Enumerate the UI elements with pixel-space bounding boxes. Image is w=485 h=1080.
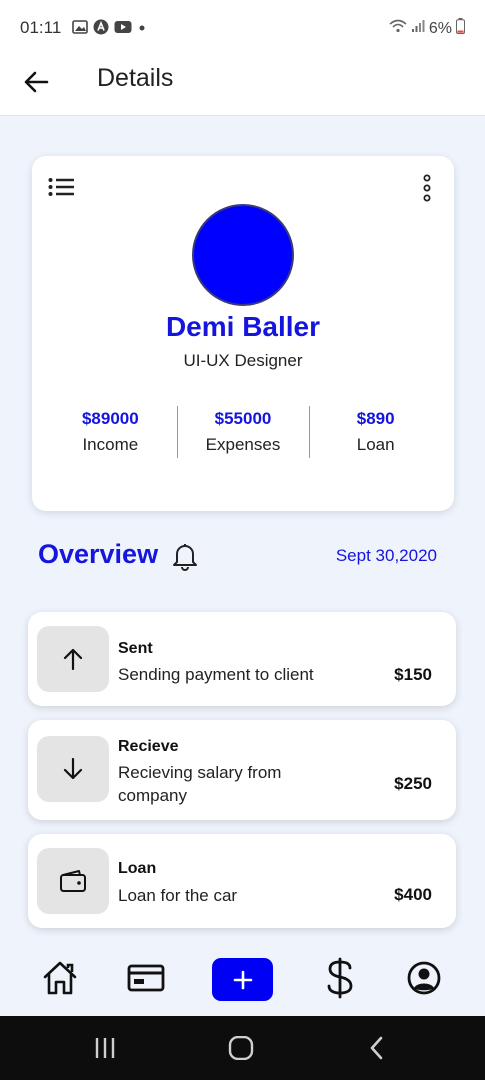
- nav-home[interactable]: [40, 958, 80, 998]
- back-chevron-icon[interactable]: [368, 1036, 386, 1065]
- youtube-icon: [114, 20, 132, 34]
- dot-icon: [137, 20, 147, 34]
- status-bar: 01:11 6%: [0, 0, 485, 56]
- stat-expenses: $55000 Expenses: [176, 406, 310, 458]
- arrow-down-icon: [63, 758, 83, 780]
- transaction-description: Loan for the car: [118, 886, 238, 905]
- image-icon: [72, 20, 88, 34]
- stat-value: $890: [356, 409, 395, 428]
- nav-profile[interactable]: [404, 958, 444, 998]
- transaction-item[interactable]: Loan Loan for the car $400: [28, 834, 456, 928]
- add-button[interactable]: [212, 958, 273, 1001]
- arrow-left-icon: [24, 71, 49, 93]
- battery-icon: [456, 18, 465, 39]
- nav-cards[interactable]: [126, 958, 166, 998]
- transaction-icon-box: [37, 848, 109, 914]
- avatar[interactable]: [192, 204, 294, 306]
- stat-label: Income: [82, 435, 139, 454]
- stat-value: $55000: [214, 409, 272, 428]
- profile-role: UI-UX Designer: [183, 351, 303, 370]
- arrow-up-icon: [63, 648, 83, 670]
- bottom-nav: [0, 940, 485, 1016]
- stat-label: Expenses: [205, 435, 281, 454]
- bell-icon[interactable]: [172, 541, 198, 576]
- dollar-icon: [327, 957, 353, 999]
- stat-loan: $890 Loan: [309, 406, 442, 458]
- stats-row: $89000 Income $55000 Expenses $890 Loan: [44, 406, 442, 458]
- transaction-list: Sent Sending payment to client $150 Reci…: [28, 610, 456, 940]
- a-icon: [93, 19, 109, 35]
- home-icon: [43, 961, 77, 995]
- transaction-icon-box: [37, 626, 109, 692]
- overview-title: Overview: [38, 539, 159, 569]
- nav-finance[interactable]: [322, 957, 358, 999]
- profile-name: Demi Baller: [165, 311, 321, 342]
- transaction-description: Recieving salary from company: [118, 763, 282, 805]
- back-button[interactable]: [18, 64, 54, 100]
- more-vertical-icon[interactable]: [422, 174, 432, 207]
- transaction-description: Sending payment to client: [118, 665, 314, 684]
- stat-income: $89000 Income: [44, 406, 177, 458]
- transaction-amount: $150: [394, 665, 432, 684]
- recent-apps-icon[interactable]: [93, 1036, 117, 1065]
- card-icon: [127, 964, 165, 992]
- page-title: Details: [97, 64, 174, 92]
- profile-card: Demi Baller UI-UX Designer $89000 Income…: [32, 156, 454, 511]
- transaction-title: Recieve: [118, 738, 179, 755]
- stat-label: Loan: [356, 435, 395, 454]
- home-circle-icon[interactable]: [228, 1035, 254, 1065]
- status-right: 6%: [389, 18, 465, 39]
- signal-icon: [411, 19, 425, 38]
- wifi-icon: [389, 19, 407, 38]
- transaction-title: Sent: [118, 640, 153, 657]
- wallet-icon: [60, 870, 86, 892]
- battery-level: 6%: [428, 19, 452, 37]
- transaction-item[interactable]: Recieve Recieving salary from company $2…: [28, 720, 456, 820]
- transaction-amount: $250: [394, 774, 432, 793]
- system-nav-bar: [0, 1016, 485, 1080]
- transaction-title: Loan: [118, 860, 157, 877]
- plus-icon: [233, 970, 252, 989]
- transaction-icon-box: [37, 736, 109, 802]
- list-menu-icon[interactable]: [48, 176, 76, 203]
- transaction-item[interactable]: Sent Sending payment to client $150: [28, 612, 456, 706]
- overview-date: Sept 30,2020: [335, 546, 437, 565]
- status-time: 01:11: [20, 18, 62, 37]
- app-header: Details: [0, 56, 485, 116]
- transaction-amount: $400: [394, 885, 432, 904]
- notification-icons: [72, 19, 147, 35]
- stat-value: $89000: [81, 409, 139, 428]
- profile-icon: [407, 961, 441, 995]
